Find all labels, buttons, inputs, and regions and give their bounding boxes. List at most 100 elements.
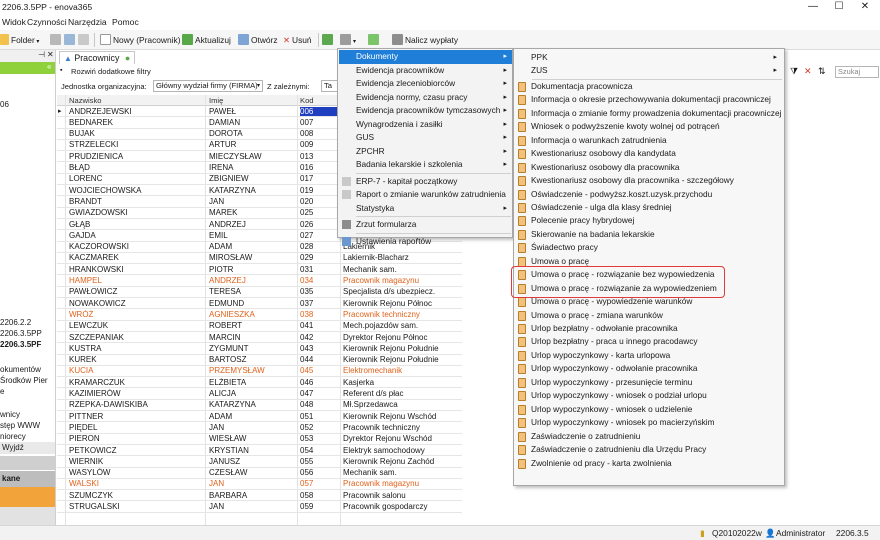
menu-item[interactable]: GUS ▸: [339, 131, 512, 145]
table-row[interactable]: WALSKI JAN 057 Pracownik magazynu: [57, 479, 462, 491]
nav-item[interactable]: wnicy: [0, 410, 20, 419]
table-row[interactable]: KUCIA PRZEMYSŁAW 045 Elektromechanik: [57, 366, 462, 378]
menu-item[interactable]: Kwestionariusz osobowy dla pracownika - …: [515, 174, 783, 188]
table-row[interactable]: HAMPEL ANDRZEJ 034 Pracownik magazynu: [57, 276, 462, 287]
edit-icon-button[interactable]: [50, 33, 63, 48]
table-row[interactable]: RZEPKA-DAWISKIBA KATARZYNA 048 Mł.Sprzedawc…: [57, 400, 462, 412]
menu-item[interactable]: Urlop bezpłatny - praca u innego pracoda…: [515, 335, 783, 349]
table-row[interactable]: PETKOWICZ KRYSTIAN 054 Elektryk samochodowy: [57, 445, 462, 457]
nav-item[interactable]: stęp WWW: [0, 421, 40, 430]
minimize-button[interactable]: —: [800, 0, 826, 14]
accrue-payments-button[interactable]: Nalicz wypłaty: [392, 33, 458, 48]
table-row[interactable]: PITTNER ADAM 051 Kierownik Rejonu Wschód: [57, 411, 462, 423]
nav-item[interactable]: okumentów: [0, 365, 41, 374]
menu-widok[interactable]: Widok: [2, 17, 26, 27]
refresh-button[interactable]: Aktualizuj: [182, 33, 231, 48]
table-row[interactable]: STRUGALSKI JAN 059 Pracownik gospodarczy: [57, 502, 462, 513]
menu-item[interactable]: Urlop wypoczynkowy - wniosek o udzieleni…: [515, 403, 783, 417]
nav-item[interactable]: 06: [0, 100, 9, 109]
tab-pracownicy[interactable]: ▲ Pracownicy ●: [59, 51, 136, 64]
table-row[interactable]: KRAMARCZUK ELŻBIETA 046 Kasjerka: [57, 377, 462, 389]
expand-icon[interactable]: ▪: [60, 67, 62, 74]
nav-section[interactable]: kane: [0, 471, 55, 487]
menu-item[interactable]: Świadectwo pracy: [515, 241, 783, 255]
menu-item[interactable]: Zaświadczenie o zatrudnieniu: [515, 430, 783, 444]
nav-item[interactable]: 2206.2.2: [0, 318, 31, 327]
table-row[interactable]: WRÓŻ AGNIESZKA 038 Pracownik techniczny: [57, 309, 462, 321]
column-header-code[interactable]: Kod: [300, 96, 314, 105]
menu-item[interactable]: Wynagrodzenia i zasiłki ▸: [339, 118, 512, 132]
sort-icon[interactable]: ⇅: [818, 66, 826, 77]
menu-item[interactable]: Kwestionariusz osobowy dla kandydata: [515, 147, 783, 161]
nav-section[interactable]: Wyjdź: [0, 442, 55, 454]
menu-item[interactable]: Zrzut formularza: [339, 218, 512, 232]
menu-item[interactable]: Urlop wypoczynkowy - odwołanie pracownik…: [515, 362, 783, 376]
menu-item[interactable]: Kwestionariusz osobowy dla pracownika: [515, 161, 783, 175]
table-row[interactable]: PIERON WIESŁAW 053 Dyrektor Rejonu Wschód: [57, 434, 462, 445]
org-unit-select[interactable]: Główny wydział firmy (FIRMA) ▾: [153, 80, 263, 92]
menu-item[interactable]: Oświadczenie - ulga dla klasy średniej: [515, 201, 783, 215]
menu-item[interactable]: ERP-7 - kapitał początkowy: [339, 175, 512, 189]
open-button[interactable]: Otwórz: [238, 33, 278, 48]
table-row[interactable]: SZUMCZYK BARBARA 058 Pracownik salonu: [57, 490, 462, 502]
nav-item[interactable]: Środków Pier: [0, 376, 48, 385]
menu-item[interactable]: Urlop bezpłatny - odwołanie pracownika: [515, 322, 783, 336]
menu-item[interactable]: Informacja o okresie przechowywania doku…: [515, 93, 783, 107]
close-button[interactable]: ✕: [852, 0, 878, 14]
nav-item[interactable]: 2206.3.5PP: [0, 329, 42, 338]
menu-item[interactable]: Informacja o warunkach zatrudnienia: [515, 134, 783, 148]
nav-item[interactable]: e: [0, 387, 4, 396]
print-button[interactable]: ▾: [340, 33, 356, 48]
folder-button[interactable]: Folder ▾: [0, 33, 39, 48]
menu-item[interactable]: Urlop wypoczynkowy - wniosek o podział u…: [515, 389, 783, 403]
menu-item[interactable]: Ewidencja zleceniobiorców ▸: [339, 77, 512, 91]
table-row[interactable]: KUSTRA ZYGMUNT 043 Kierownik Rejonu Południ…: [57, 343, 462, 355]
menu-item[interactable]: Ewidencja pracowników ▸: [339, 64, 512, 78]
pin-icon[interactable]: ⊣: [38, 50, 45, 59]
menu-item[interactable]: Badania lekarskie i szkolenia ▸: [339, 158, 512, 172]
new-employee-button[interactable]: Nowy (Pracownik): [100, 33, 180, 48]
collapse-icon[interactable]: «: [47, 62, 51, 71]
table-row[interactable]: WIERNIK JANUSZ 055 Kierownik Rejonu Zachód: [57, 456, 462, 468]
table-row[interactable]: WASYLÓW CZESŁAW 056 Mechanik sam.: [57, 468, 462, 479]
expand-filters-link[interactable]: Rozwiń dodatkowe filtry: [71, 67, 151, 76]
menu-item[interactable]: Urlop wypoczynkowy - wniosek po macierzy…: [515, 416, 783, 430]
maximize-button[interactable]: ☐: [826, 0, 852, 14]
close-panel-icon[interactable]: ✕: [47, 50, 54, 59]
table-row[interactable]: PAWŁOWICZ TERESA 035 Specjalista d/s ubezpi…: [57, 287, 462, 299]
menu-item[interactable]: Ewidencja normy, czasu pracy ▸: [339, 91, 512, 105]
copy-icon-button[interactable]: [64, 33, 77, 48]
nav-orange-band[interactable]: [0, 487, 55, 507]
menu-item[interactable]: Oświadczenie - podwyższ.koszt.uzysk.przy…: [515, 188, 783, 202]
menu-item[interactable]: Zaświadczenie o zatrudnieniu dla Urzędu …: [515, 443, 783, 457]
delete-button[interactable]: ✕ Usuń: [283, 33, 312, 48]
column-header-firstname[interactable]: Imię: [209, 96, 223, 105]
menu-narzedzia[interactable]: Narzędzia: [68, 17, 107, 27]
menu-item[interactable]: Raport o zmianie warunków zatrudnienia: [339, 188, 512, 202]
green-action-button[interactable]: [322, 33, 335, 48]
menu-item[interactable]: ZPCHR ▸: [339, 145, 512, 159]
menu-item[interactable]: Polecenie pracy hybrydowej: [515, 214, 783, 228]
clear-filter-icon[interactable]: ✕: [804, 66, 812, 77]
table-row[interactable]: KUREK BARTOSZ 044 Kierownik Rejonu Południe: [57, 355, 462, 366]
menu-item[interactable]: Zwolnienie od pracy - karta zwolnienia: [515, 457, 783, 471]
menu-item[interactable]: Urlop wypoczynkowy - karta urlopowa: [515, 349, 783, 363]
table-row[interactable]: HRANKOWSKI PIOTR 031 Mechanik sam.: [57, 264, 462, 276]
table-row[interactable]: SZCZEPANIAK MARCIN 042 Dyrektor Rejonu Półn…: [57, 332, 462, 344]
menu-czynnosci[interactable]: Czynności: [27, 17, 67, 27]
nav-item[interactable]: 2206.3.5PF: [0, 340, 41, 349]
nav-item[interactable]: niorecy: [0, 432, 26, 441]
table-row[interactable]: KAZIMIERÓW ALICJA 047 Referent d/s płac: [57, 389, 462, 400]
menu-item[interactable]: Ustawienia raportów: [339, 235, 512, 249]
tools-icon-button[interactable]: [78, 33, 91, 48]
menu-pomoc[interactable]: Pomoc: [112, 17, 139, 27]
menu-item[interactable]: Informacja o zmianie formy prowadzenia d…: [515, 107, 783, 121]
menu-item[interactable]: Dokumenty ▸: [339, 50, 512, 64]
table-row[interactable]: LEWCZUK ROBERT 041 Mech.pojazdów sam.: [57, 321, 462, 332]
folder-green-button[interactable]: [368, 33, 381, 48]
table-row[interactable]: NOWAKOWICZ EDMUND 037 Kierownik Rejonu Półn…: [57, 298, 462, 310]
table-row[interactable]: KACZMAREK MIROSŁAW 029 Lakiernik-Blacharz: [57, 253, 462, 265]
column-header-surname[interactable]: Nazwisko: [69, 96, 102, 105]
filter-icon[interactable]: ⧩: [790, 66, 798, 77]
menu-item[interactable]: Skierowanie na badania lekarskie: [515, 228, 783, 242]
